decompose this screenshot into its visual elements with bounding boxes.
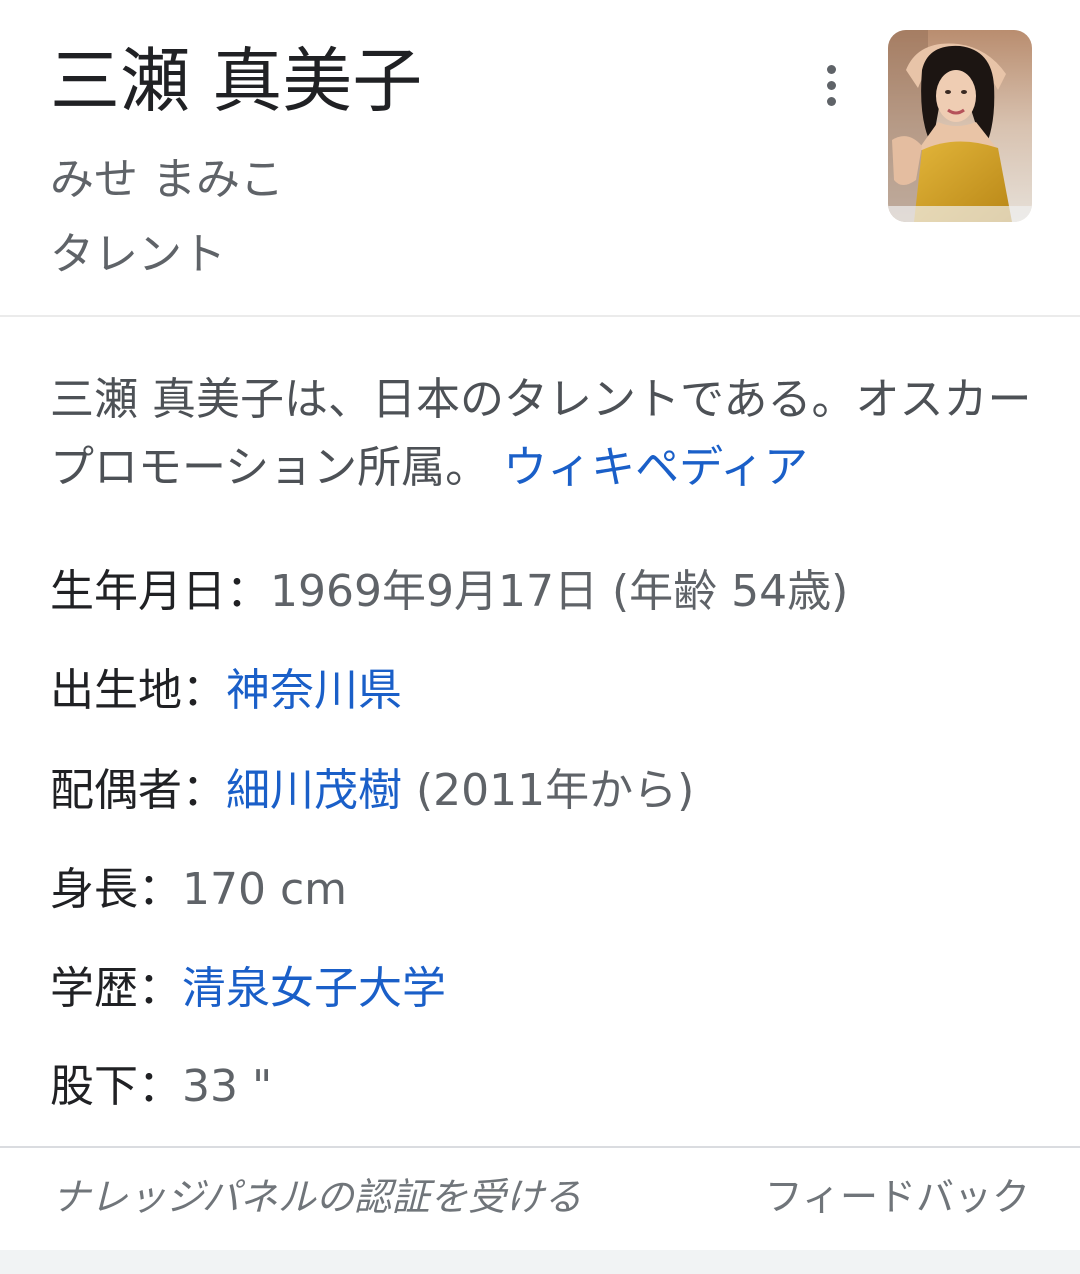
fact-row-inseam: 股下：33 ": [50, 1057, 272, 1117]
fact-label: 学歴：: [50, 963, 182, 1014]
name-reading: みせ まみこ: [50, 154, 284, 205]
footer-divider: [0, 1146, 1080, 1148]
fact-value: (2011年から): [402, 765, 695, 816]
feedback-link[interactable]: フィードバック: [765, 1170, 1030, 1224]
fact-value: 33 ": [182, 1061, 273, 1112]
more-vert-icon-dot: [826, 80, 836, 90]
fact-value: 1969年9月17日 (年齢 54歳): [270, 566, 849, 617]
fact-label: 生年月日：: [50, 566, 270, 617]
birthplace-link[interactable]: 神奈川県: [226, 665, 402, 716]
spouse-link[interactable]: 細川茂樹: [226, 765, 402, 816]
profile-photo-image: [888, 30, 1032, 222]
profile-photo-thumbnail[interactable]: [888, 30, 1032, 222]
more-options-button[interactable]: [806, 60, 856, 110]
bottom-separator: [0, 1250, 1080, 1274]
fact-row-spouse: 配偶者：細川茂樹 (2011年から): [50, 761, 694, 821]
wikipedia-source-link[interactable]: ウィキペディア: [503, 442, 808, 493]
fact-row-birthplace: 出生地：神奈川県: [50, 661, 402, 721]
occupation-subtitle: タレント: [50, 229, 226, 280]
fact-label: 配偶者：: [50, 765, 226, 816]
claim-knowledge-panel-link[interactable]: ナレッジパネルの認証を受ける: [52, 1170, 582, 1224]
fact-row-height: 身長：170 cm: [50, 860, 347, 920]
more-vert-icon-dot: [826, 96, 836, 106]
fact-label: 身長：: [50, 864, 182, 915]
fact-label: 股下：: [50, 1061, 182, 1112]
education-link[interactable]: 清泉女子大学: [182, 963, 446, 1014]
fact-row-birth-date: 生年月日：1969年9月17日 (年齢 54歳): [50, 562, 848, 622]
header-divider: [0, 315, 1080, 317]
fact-label: 出生地：: [50, 665, 226, 716]
fact-value: 170 cm: [182, 864, 348, 915]
entity-description: 三瀬 真美子は、日本のタレントである。オスカープロモーション所属。 ウィキペディ…: [50, 366, 1040, 502]
panel-title: 三瀬 真美子: [50, 40, 423, 122]
fact-row-education: 学歴：清泉女子大学: [50, 959, 446, 1019]
more-vert-icon: [826, 64, 836, 74]
knowledge-panel-header: 三瀬 真美子 みせ まみこ タレント: [0, 0, 1080, 316]
